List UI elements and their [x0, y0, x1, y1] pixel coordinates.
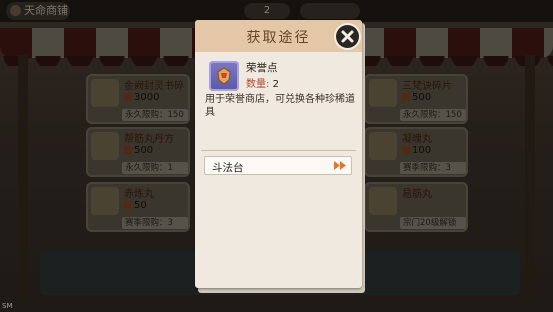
divider — [201, 150, 356, 151]
quantity-value: 2 — [272, 79, 279, 90]
honor-point-icon — [209, 61, 239, 91]
dialog-panel: 获取途径 荣誉点 数量: 2 用于荣誉商店，可兑换各种珍稀道具 斗法台 — [195, 20, 362, 288]
item-description: 用于荣誉商店，可兑换各种珍稀道具 — [205, 94, 355, 118]
double-arrow-right-icon — [334, 161, 346, 170]
source-label: 斗法台 — [212, 162, 244, 174]
acquisition-dialog: 获取途径 荣誉点 数量: 2 用于荣誉商店，可兑换各种珍稀道具 斗法台 — [195, 20, 365, 293]
item-name: 荣誉点 — [246, 62, 278, 74]
close-icon — [341, 30, 354, 43]
item-quantity: 数量: 2 — [246, 75, 279, 90]
close-button[interactable] — [336, 25, 359, 48]
quantity-label: 数量: — [246, 79, 270, 90]
source-row-arena[interactable]: 斗法台 — [204, 156, 352, 175]
